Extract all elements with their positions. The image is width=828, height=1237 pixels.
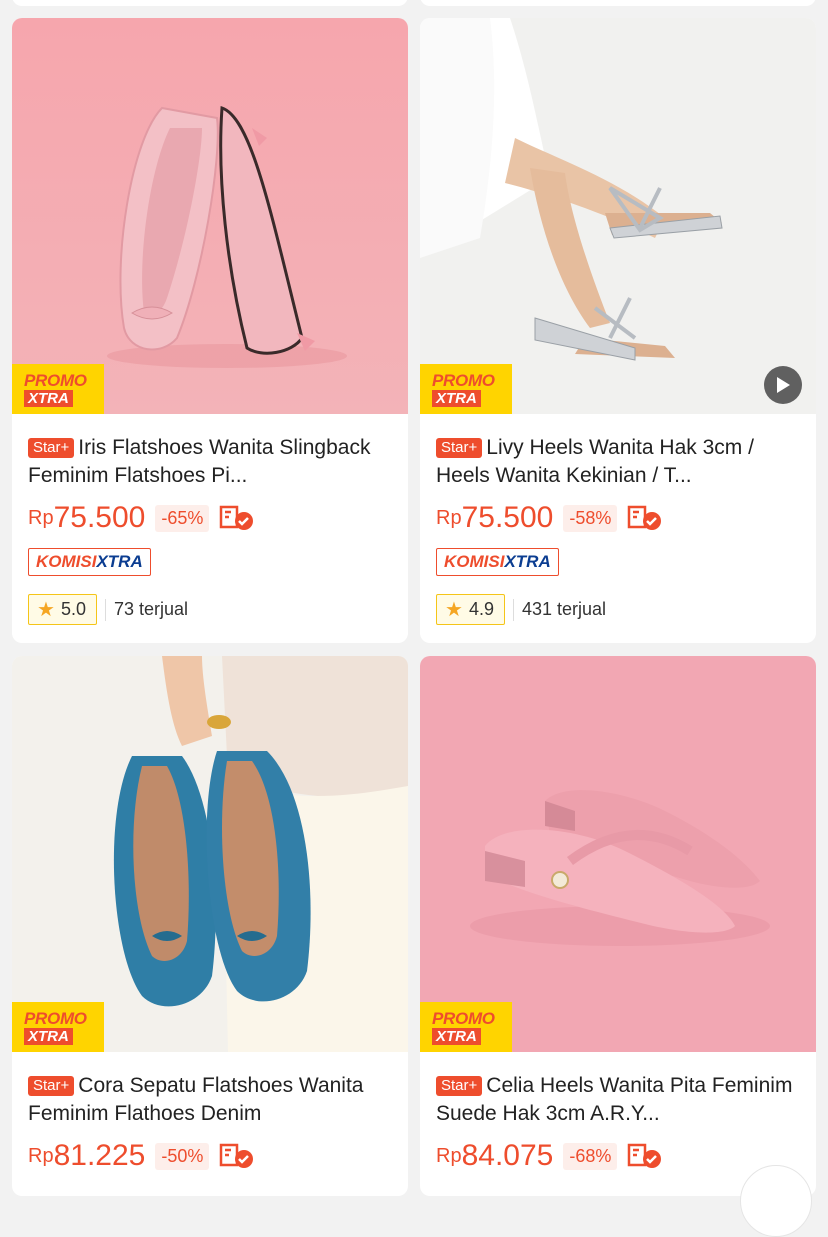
rating-badge: ★ 4.9 bbox=[436, 594, 505, 625]
product-card[interactable]: PROMO XTRA Star+ Cora Sepatu Flatshoes Wa… bbox=[12, 656, 408, 1196]
product-image[interactable]: PROMO XTRA bbox=[420, 18, 816, 414]
product-title[interactable]: Star+ Celia Heels Wanita Pita Feminim Sue… bbox=[436, 1072, 800, 1128]
product-card[interactable]: PROMO XTRA Star+ Livy Heels Wanita Hak 3c… bbox=[420, 18, 816, 643]
promo-xtra-badge: PROMO XTRA bbox=[12, 1002, 104, 1052]
price-row: Rp 81.225 -50% bbox=[28, 1138, 392, 1174]
previous-card-edge bbox=[12, 0, 408, 6]
blue-flats-photo bbox=[12, 656, 408, 1052]
play-video-icon[interactable] bbox=[764, 366, 802, 404]
discount-badge: -68% bbox=[563, 1142, 618, 1170]
price: 84.075 bbox=[461, 1139, 554, 1172]
product-title[interactable]: Star+ Livy Heels Wanita Hak 3cm / Heels W… bbox=[436, 434, 800, 490]
promo-xtra-badge: PROMO XTRA bbox=[12, 364, 104, 414]
pink-flats-photo bbox=[12, 18, 408, 414]
cod-verified-icon bbox=[628, 1143, 662, 1168]
cod-verified-icon bbox=[628, 505, 662, 530]
star-plus-badge: Star+ bbox=[436, 438, 483, 458]
product-card[interactable]: PROMO XTRA Star+ Iris Flatshoes Wanita Sl… bbox=[12, 18, 408, 643]
komisi-xtra-badge: KOMISIXTRA bbox=[436, 548, 559, 576]
price-row: Rp 75.500 -65% bbox=[28, 500, 392, 536]
price-row: Rp 84.075 -68% bbox=[436, 1138, 800, 1174]
sold-count: 73 terjual bbox=[113, 599, 189, 619]
komisi-xtra-badge: KOMISIXTRA bbox=[28, 548, 151, 576]
rating-badge: ★ 5.0 bbox=[28, 594, 97, 625]
price: 75.500 bbox=[53, 501, 146, 534]
star-icon: ★ bbox=[445, 599, 463, 621]
star-plus-badge: Star+ bbox=[28, 1076, 75, 1096]
discount-badge: -50% bbox=[155, 1142, 210, 1170]
price-row: Rp 75.500 -58% bbox=[436, 500, 800, 536]
previous-card-edge bbox=[420, 0, 816, 6]
product-card[interactable]: PROMO XTRA Star+ Celia Heels Wanita Pita … bbox=[420, 656, 816, 1196]
discount-badge: -58% bbox=[563, 504, 618, 532]
silver-heels-photo bbox=[420, 18, 816, 414]
price: 75.500 bbox=[461, 501, 554, 534]
price: 81.225 bbox=[53, 1139, 146, 1172]
product-title[interactable]: Star+ Cora Sepatu Flatshoes Wanita Femini… bbox=[28, 1072, 392, 1128]
pink-mules-photo bbox=[420, 656, 816, 1052]
promo-xtra-badge: PROMO XTRA bbox=[420, 364, 512, 414]
scroll-to-top-button[interactable] bbox=[740, 1165, 812, 1237]
product-image[interactable]: PROMO XTRA bbox=[12, 656, 408, 1052]
discount-badge: -65% bbox=[155, 504, 210, 532]
star-plus-badge: Star+ bbox=[436, 1076, 483, 1096]
star-icon: ★ bbox=[37, 599, 55, 621]
product-title[interactable]: Star+ Iris Flatshoes Wanita Slingback Fem… bbox=[28, 434, 392, 490]
cod-verified-icon bbox=[220, 505, 254, 530]
sold-count: 431 terjual bbox=[521, 599, 607, 619]
promo-xtra-badge: PROMO XTRA bbox=[420, 1002, 512, 1052]
cod-verified-icon bbox=[220, 1143, 254, 1168]
star-plus-badge: Star+ bbox=[28, 438, 75, 458]
product-image[interactable]: PROMO XTRA bbox=[420, 656, 816, 1052]
product-image[interactable]: PROMO XTRA bbox=[12, 18, 408, 414]
